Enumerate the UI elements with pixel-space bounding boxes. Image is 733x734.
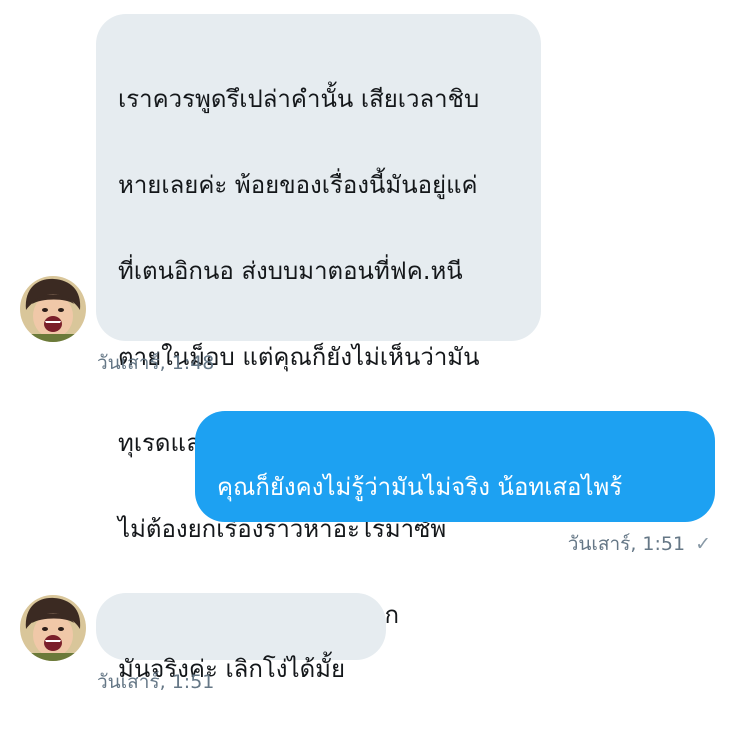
avatar-image xyxy=(20,276,86,342)
received-message-bubble[interactable]: เราควรพูดรึเปล่าคำนั้น เสียเวลาชิบ หายเล… xyxy=(96,14,541,629)
avatar[interactable] xyxy=(20,595,86,661)
message-timestamp: วันเสาร์, 1:51 xyxy=(567,533,686,555)
message-text: คุณก็ยังคงไม่รู้ว่ามันไม่จริง น้อทเสอไพร… xyxy=(217,473,623,501)
check-icon: ✓ xyxy=(695,533,711,555)
message-status: วันเสาร์, 1:51 ✓ xyxy=(568,532,711,556)
message-timestamp: วันเสาร์, 1:51 xyxy=(97,671,215,693)
message-text: จริงๆค่ะ xyxy=(217,559,298,587)
message-timestamp: วันเสาร์, 1:48 xyxy=(97,352,215,374)
message-text: เราควรพูดรึเปล่าคำนั้น เสียเวลาชิบ xyxy=(118,85,480,113)
sent-message-bubble[interactable]: คุณก็ยังคงไม่รู้ว่ามันไม่จริง น้อทเสอไพร… xyxy=(195,411,715,587)
avatar-image xyxy=(20,595,86,661)
message-text: หายเลยค่ะ พ้อยของเรื่องนี้มันอยู่แค่ xyxy=(118,171,478,199)
message-text: ที่เตนอิกนอ ส่งบบมาตอนที่ฟค.หนี xyxy=(118,257,463,285)
received-message-bubble[interactable]: มันจริงค่ะ เลิกโง่ได้มั้ย xyxy=(96,593,386,683)
avatar[interactable] xyxy=(20,276,86,342)
